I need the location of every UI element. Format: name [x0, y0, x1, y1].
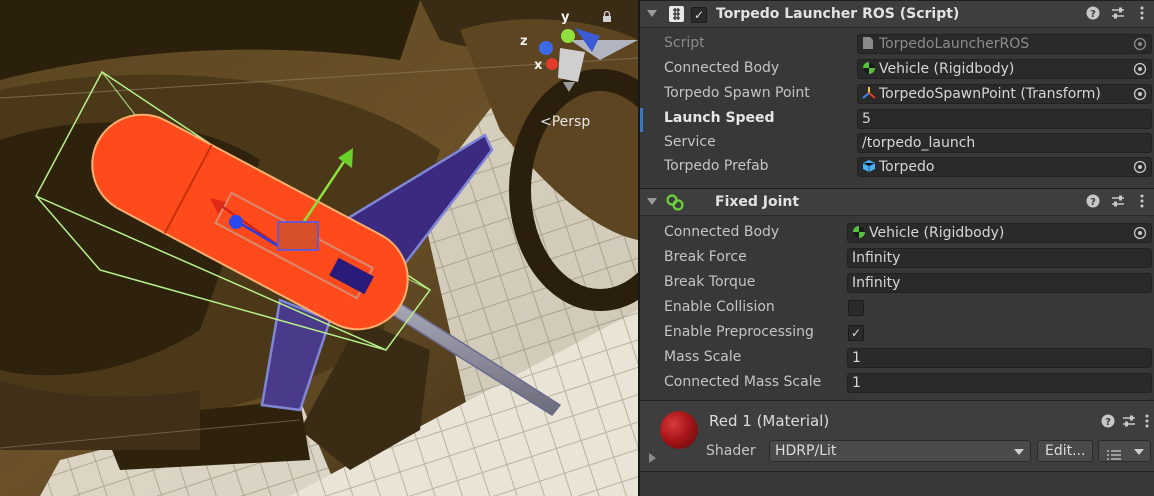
field-row-break-force: Break Force Infinity — [640, 246, 1154, 270]
axis-label-z: z — [520, 34, 528, 49]
projection-toggle[interactable]: <Persp — [540, 114, 590, 130]
field-label: Enable Collision — [664, 299, 775, 315]
field-row-torpedo-prefab: Torpedo Prefab Torpedo — [640, 155, 1154, 179]
inspector-panel: ✓ Torpedo Launcher ROS (Script) ? Script… — [640, 0, 1154, 496]
field-label: Script — [664, 35, 705, 51]
torpedo-prefab-field[interactable]: Torpedo — [857, 157, 1152, 177]
field-row-enable-collision: Enable Collision — [640, 296, 1154, 320]
foldout-arrow-icon[interactable] — [647, 198, 657, 205]
transform-icon — [862, 86, 876, 100]
presets-icon[interactable] — [1110, 6, 1126, 22]
field-row-connected-body: Connected Body Vehicle (Rigidbody) — [640, 221, 1154, 245]
material-foldout-icon[interactable] — [649, 453, 656, 463]
material-title: Red 1 (Material) — [709, 412, 830, 430]
enabled-checkbox[interactable]: ✓ — [691, 7, 707, 23]
connected-body-field[interactable]: Vehicle (Rigidbody) — [857, 59, 1152, 79]
object-picker-icon[interactable] — [1133, 87, 1147, 101]
field-label: Torpedo Spawn Point — [664, 85, 810, 101]
object-picker-icon[interactable] — [1133, 226, 1147, 240]
field-label: Enable Preprocessing — [664, 324, 814, 340]
connected-mass-scale-input[interactable]: 1 — [847, 373, 1152, 393]
shader-label: Shader — [706, 443, 756, 459]
object-picker-icon[interactable] — [1133, 160, 1147, 174]
shader-dropdown[interactable]: HDRP/Lit — [769, 440, 1031, 462]
object-picker-icon — [1133, 37, 1147, 51]
help-icon[interactable]: ? — [1085, 6, 1101, 22]
axis-label-y: y — [561, 10, 570, 25]
field-row-connected-body: Connected Body Vehicle (Rigidbody) — [640, 57, 1154, 81]
field-label: Launch Speed — [664, 110, 775, 126]
rigidbody-icon — [862, 61, 876, 75]
field-label: Connected Body — [664, 224, 780, 240]
rigidbody-icon — [852, 225, 866, 239]
script-object-field: TorpedoLauncherROS — [857, 34, 1152, 54]
more-options-icon[interactable] — [1139, 414, 1154, 430]
more-options-icon[interactable] — [1134, 194, 1150, 210]
launch-speed-input[interactable]: 5 — [857, 109, 1152, 129]
edit-shader-button[interactable]: Edit... — [1037, 440, 1093, 462]
script-hash-icon — [668, 5, 686, 23]
component-title: Torpedo Launcher ROS (Script) — [716, 6, 960, 22]
torpedo-launcher-header[interactable]: ✓ Torpedo Launcher ROS (Script) ? — [640, 0, 1154, 28]
list-icon — [1107, 446, 1121, 466]
material-header[interactable]: Red 1 (Material) ? Shader HDRP/Lit Edit.… — [640, 401, 1154, 471]
field-label: Break Torque — [664, 274, 756, 290]
enable-preprocessing-checkbox[interactable]: ✓ — [848, 325, 864, 341]
chevron-down-icon — [1014, 449, 1024, 455]
svg-text:?: ? — [1105, 417, 1111, 428]
break-force-input[interactable]: Infinity — [847, 248, 1152, 268]
field-label: Torpedo Prefab — [664, 158, 769, 174]
help-icon[interactable]: ? — [1100, 414, 1116, 430]
svg-text:?: ? — [1090, 9, 1096, 20]
prefab-cube-icon — [862, 159, 876, 173]
chevron-down-icon — [1134, 449, 1144, 455]
script-file-icon — [862, 36, 876, 50]
field-row-torpedo-spawn-point: Torpedo Spawn Point TorpedoSpawnPoint (T… — [640, 82, 1154, 106]
section-divider — [640, 471, 1154, 472]
fixed-joint-header[interactable]: Fixed Joint ? — [640, 188, 1154, 216]
more-options-icon[interactable] — [1134, 6, 1150, 22]
field-row-script: Script TorpedoLauncherROS — [640, 32, 1154, 56]
field-label: Break Force — [664, 249, 747, 265]
foldout-arrow-icon[interactable] — [647, 10, 657, 17]
scene-canvas[interactable] — [0, 0, 638, 496]
mass-scale-input[interactable]: 1 — [847, 348, 1152, 368]
field-label: Service — [664, 134, 716, 150]
presets-icon[interactable] — [1121, 414, 1137, 430]
field-label: Mass Scale — [664, 349, 742, 365]
component-title: Fixed Joint — [715, 194, 800, 210]
connected-body-field[interactable]: Vehicle (Rigidbody) — [847, 223, 1152, 243]
field-label: Connected Mass Scale — [664, 374, 822, 390]
field-row-break-torque: Break Torque Infinity — [640, 271, 1154, 295]
svg-text:?: ? — [1090, 197, 1096, 208]
shader-options-dropdown[interactable] — [1098, 440, 1151, 462]
lock-icon[interactable] — [602, 10, 611, 22]
field-row-enable-preprocessing: Enable Preprocessing ✓ — [640, 321, 1154, 345]
presets-icon[interactable] — [1110, 194, 1126, 210]
enable-collision-checkbox[interactable] — [848, 300, 864, 316]
break-torque-input[interactable]: Infinity — [847, 273, 1152, 293]
material-preview-sphere — [660, 411, 698, 449]
field-row-launch-speed: Launch Speed 5 — [640, 107, 1154, 131]
field-row-service: Service /torpedo_launch — [640, 131, 1154, 155]
fixed-joint-icon — [666, 193, 684, 211]
persp-label: Persp — [551, 114, 591, 130]
object-picker-icon[interactable] — [1133, 62, 1147, 76]
field-label: Connected Body — [664, 60, 780, 76]
axis-label-x: x — [534, 58, 543, 73]
service-input[interactable]: /torpedo_launch — [857, 133, 1152, 153]
field-row-mass-scale: Mass Scale 1 — [640, 346, 1154, 370]
torpedo-spawn-point-field[interactable]: TorpedoSpawnPoint (Transform) — [857, 84, 1152, 104]
scene-view[interactable]: y z x <Persp — [0, 0, 638, 496]
help-icon[interactable]: ? — [1085, 194, 1101, 210]
field-row-connected-mass-scale: Connected Mass Scale 1 — [640, 371, 1154, 395]
